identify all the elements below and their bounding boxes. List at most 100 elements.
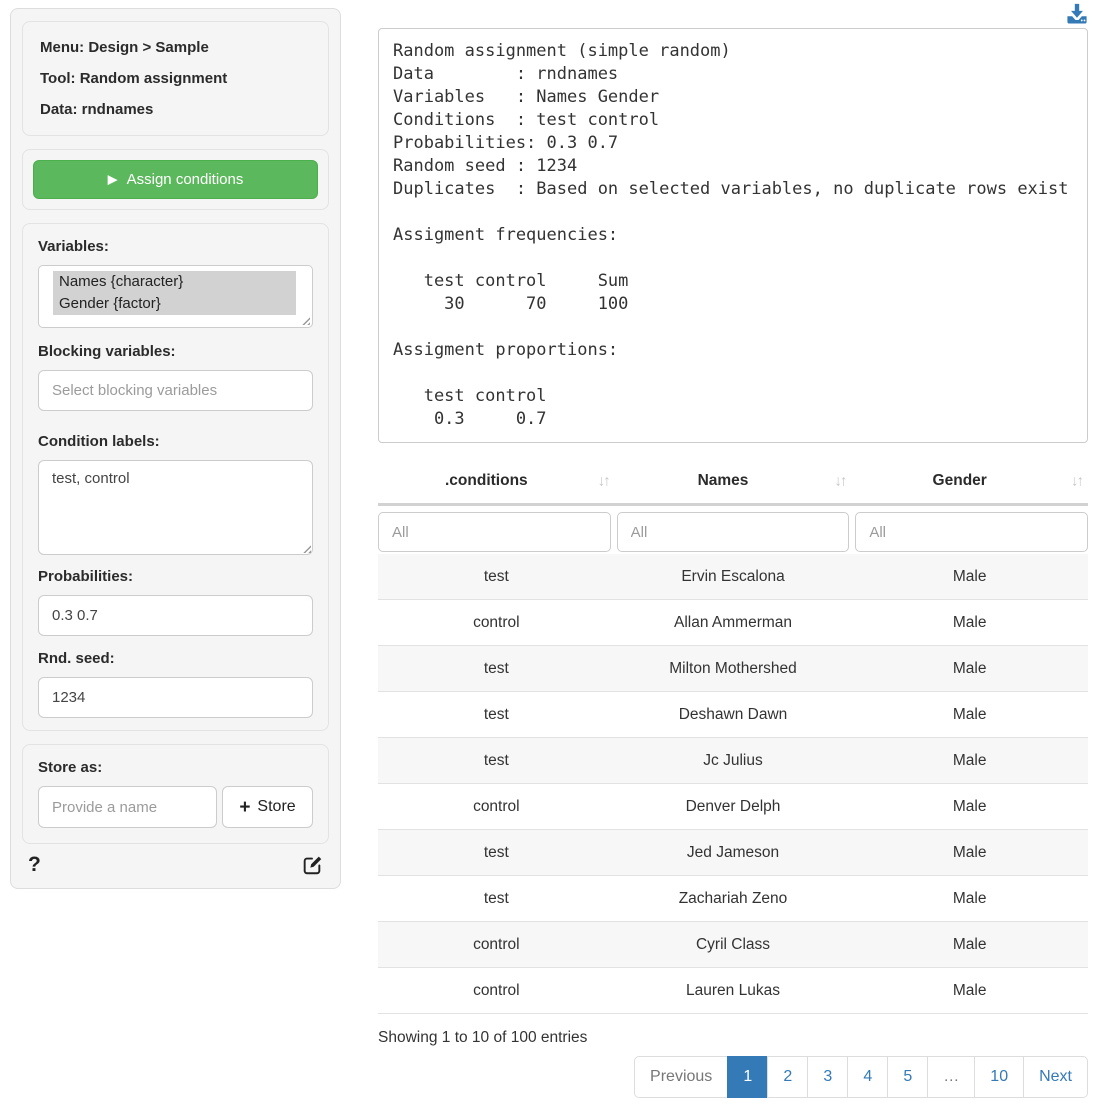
assign-conditions-button[interactable]: ▶ Assign conditions — [33, 160, 318, 199]
pagination-ellipsis: … — [927, 1056, 975, 1098]
variables-option-names[interactable]: Names {character} — [53, 271, 296, 293]
cell-gender: Male — [851, 784, 1088, 829]
variables-select[interactable]: Names {character} Gender {factor} — [38, 265, 313, 328]
table-row: test Zachariah Zeno Male — [378, 876, 1088, 922]
resize-grip-icon[interactable] — [300, 315, 310, 325]
cell-condition: test — [378, 692, 615, 737]
main-panel: Random assignment (simple random) Data :… — [378, 0, 1088, 1098]
pagination-next[interactable]: Next — [1023, 1056, 1088, 1098]
sort-both-icon[interactable]: ↓↑ — [1071, 473, 1082, 490]
pagination-previous[interactable]: Previous — [634, 1056, 728, 1098]
filter-gender-input[interactable] — [855, 512, 1088, 552]
filter-conditions-input[interactable] — [378, 512, 611, 552]
random-seed-label: Rnd. seed: — [38, 650, 313, 667]
table-row: test Ervin Escalona Male — [378, 554, 1088, 600]
cell-gender: Male — [851, 692, 1088, 737]
cell-gender: Male — [851, 738, 1088, 783]
pagination-page-2[interactable]: 2 — [767, 1056, 808, 1098]
store-button-label: Store — [257, 798, 295, 816]
table-row: control Cyril Class Male — [378, 922, 1088, 968]
table-filter-row — [378, 506, 1088, 554]
toolbar — [378, 0, 1088, 28]
column-header-gender[interactable]: Gender ↓↑ — [851, 459, 1088, 503]
cell-condition: test — [378, 554, 615, 599]
cell-gender: Male — [851, 922, 1088, 967]
pagination-page-1[interactable]: 1 — [727, 1056, 768, 1098]
filter-cell — [614, 512, 853, 552]
table-info: Showing 1 to 10 of 100 entries — [378, 1029, 1088, 1047]
cell-gender: Male — [851, 876, 1088, 921]
table-row: control Denver Delph Male — [378, 784, 1088, 830]
cell-condition: test — [378, 876, 615, 921]
variables-label: Variables: — [38, 238, 313, 255]
cell-condition: control — [378, 968, 615, 1013]
context-info-panel: Menu: Design > Sample Tool: Random assig… — [22, 21, 329, 136]
variables-option-gender[interactable]: Gender {factor} — [53, 293, 296, 315]
condition-labels-textarea[interactable]: test, control — [38, 460, 313, 555]
data-table: .conditions ↓↑ Names ↓↑ Gender ↓↑ — [378, 459, 1088, 1014]
probabilities-label: Probabilities: — [38, 568, 313, 585]
blocking-variables-input[interactable] — [38, 370, 313, 411]
filter-cell — [852, 512, 1088, 552]
cell-gender: Male — [851, 968, 1088, 1013]
store-name-input[interactable] — [38, 786, 217, 828]
run-panel: ▶ Assign conditions — [22, 149, 329, 210]
play-icon: ▶ — [108, 173, 118, 186]
blocking-variables-label: Blocking variables: — [38, 343, 313, 360]
tool-info: Tool: Random assignment — [40, 63, 311, 94]
pagination-page-4[interactable]: 4 — [847, 1056, 888, 1098]
table-row: test Jed Jameson Male — [378, 830, 1088, 876]
cell-name: Deshawn Dawn — [615, 692, 852, 737]
cell-condition: control — [378, 922, 615, 967]
cell-name: Cyril Class — [615, 922, 852, 967]
store-as-label: Store as: — [38, 759, 313, 776]
table-row: test Deshawn Dawn Male — [378, 692, 1088, 738]
settings-panel: Variables: Names {character} Gender {fac… — [22, 223, 329, 731]
cell-condition: test — [378, 830, 615, 875]
store-button[interactable]: + Store — [222, 786, 313, 828]
cell-name: Milton Mothershed — [615, 646, 852, 691]
filter-names-input[interactable] — [617, 512, 850, 552]
cell-gender: Male — [851, 646, 1088, 691]
probabilities-input[interactable] — [38, 595, 313, 636]
cell-condition: control — [378, 784, 615, 829]
column-label: .conditions — [445, 472, 528, 489]
menu-info: Menu: Design > Sample — [40, 32, 311, 63]
table-row: test Milton Mothershed Male — [378, 646, 1088, 692]
cell-name: Lauren Lukas — [615, 968, 852, 1013]
summary-output: Random assignment (simple random) Data :… — [378, 28, 1088, 443]
column-label: Gender — [933, 472, 987, 489]
pagination-page-5[interactable]: 5 — [887, 1056, 928, 1098]
cell-condition: test — [378, 646, 615, 691]
sidebar: Menu: Design > Sample Tool: Random assig… — [10, 8, 341, 889]
cell-name: Jc Julius — [615, 738, 852, 783]
cell-condition: test — [378, 738, 615, 783]
pagination-page-3[interactable]: 3 — [807, 1056, 848, 1098]
radiant-random-assignment-page: Menu: Design > Sample Tool: Random assig… — [0, 0, 1096, 1108]
table-body: test Ervin Escalona Male control Allan A… — [378, 554, 1088, 1014]
store-row: + Store — [38, 786, 313, 828]
sidebar-footer: ? — [22, 850, 329, 882]
sort-both-icon[interactable]: ↓↑ — [598, 473, 609, 490]
sort-both-icon[interactable]: ↓↑ — [834, 473, 845, 490]
table-row: control Allan Ammerman Male — [378, 600, 1088, 646]
help-icon[interactable]: ? — [28, 853, 41, 877]
random-seed-input[interactable] — [38, 677, 313, 718]
table-row: test Jc Julius Male — [378, 738, 1088, 784]
condition-labels-wrap: test, control — [38, 460, 313, 555]
edit-report-icon[interactable] — [301, 854, 323, 876]
table-row: control Lauren Lukas Male — [378, 968, 1088, 1014]
column-label: Names — [698, 472, 749, 489]
cell-name: Jed Jameson — [615, 830, 852, 875]
cell-name: Ervin Escalona — [615, 554, 852, 599]
cell-gender: Male — [851, 554, 1088, 599]
condition-labels-label: Condition labels: — [38, 433, 313, 450]
filter-cell — [378, 512, 614, 552]
plus-icon: + — [239, 798, 250, 817]
download-icon[interactable] — [1066, 3, 1088, 24]
pagination-page-10[interactable]: 10 — [974, 1056, 1024, 1098]
column-header-conditions[interactable]: .conditions ↓↑ — [378, 459, 615, 503]
column-header-names[interactable]: Names ↓↑ — [615, 459, 852, 503]
assign-conditions-label: Assign conditions — [127, 171, 244, 188]
store-panel: Store as: + Store — [22, 744, 329, 844]
